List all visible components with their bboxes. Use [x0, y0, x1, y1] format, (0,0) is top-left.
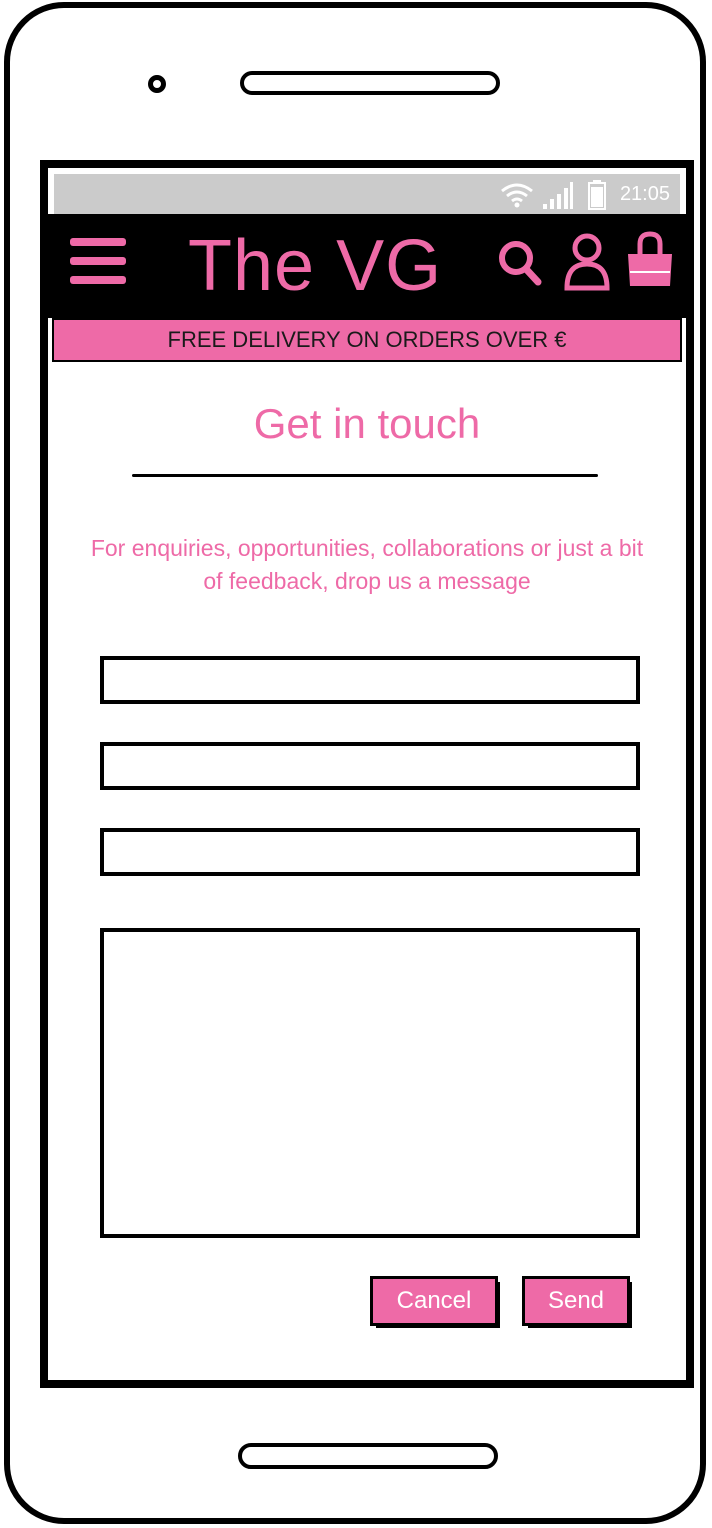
speaker-grille [240, 71, 500, 95]
app-header: The VG [48, 214, 686, 318]
home-button[interactable] [238, 1443, 498, 1469]
page-title: Get in touch [253, 400, 481, 447]
battery-icon [588, 180, 606, 210]
status-bar: 21:05 [54, 174, 680, 214]
user-icon[interactable] [563, 230, 611, 294]
message-textarea[interactable] [100, 928, 640, 1238]
name-input[interactable] [100, 656, 640, 704]
phone-screen: 21:05 The VG FREE DELIVERY ON ORDERS OVE… [40, 160, 694, 1388]
brand-logo[interactable]: The VG [188, 214, 442, 318]
search-icon[interactable] [496, 236, 546, 290]
camera-icon [148, 75, 166, 93]
status-time: 21:05 [619, 183, 670, 205]
phone-frame: 21:05 The VG FREE DELIVERY ON ORDERS OVE… [4, 2, 706, 1524]
delivery-banner: FREE DELIVERY ON ORDERS OVER € [52, 318, 682, 362]
subject-input[interactable] [100, 828, 640, 876]
cancel-button[interactable]: Cancel [370, 1276, 498, 1326]
send-button[interactable]: Send [522, 1276, 630, 1326]
title-divider [132, 474, 598, 477]
wifi-icon [501, 183, 533, 208]
menu-icon[interactable] [70, 238, 126, 290]
intro-text: For enquiries, opportunities, collaborat… [90, 535, 644, 594]
signal-icon [543, 182, 573, 209]
shopping-bag-icon[interactable] [624, 228, 676, 292]
email-input[interactable] [100, 742, 640, 790]
